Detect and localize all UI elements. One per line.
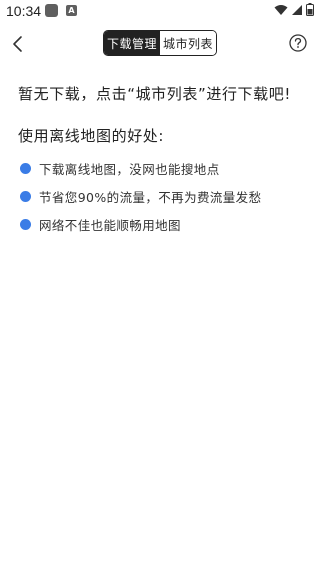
chevron-left-icon — [13, 36, 22, 52]
bullet-dot-icon — [20, 218, 31, 230]
font-a-icon: A — [66, 5, 77, 16]
help-button[interactable] — [288, 33, 308, 53]
benefit-text: 下载离线地图，没网也能搜地点 — [39, 161, 220, 177]
question-circle-icon — [289, 34, 307, 52]
toolbar: 下载管理 城市列表 — [0, 24, 320, 64]
list-item: 网络不佳也能顺畅用地图 — [20, 210, 261, 238]
list-item: 节省您90%的流量，不再为费流量发愁 — [20, 182, 261, 210]
square-app-icon — [45, 4, 58, 17]
empty-download-message: 暂无下载，点击“城市列表”进行下载吧! — [18, 85, 291, 103]
benefit-list: 下载离线地图，没网也能搜地点 节省您90%的流量，不再为费流量发愁 网络不佳也能… — [20, 154, 261, 238]
back-button[interactable] — [4, 30, 32, 58]
status-bar: 10:34 A — [0, 0, 320, 24]
benefits-title: 使用离线地图的好处: — [18, 127, 165, 145]
tab-city-list[interactable]: 城市列表 — [160, 31, 216, 55]
battery-icon — [306, 3, 314, 16]
bullet-dot-icon — [20, 162, 31, 174]
signal-icon — [292, 4, 302, 15]
benefit-text: 网络不佳也能顺畅用地图 — [39, 217, 181, 233]
tab-download-management[interactable]: 下载管理 — [104, 31, 160, 55]
wifi-icon — [274, 4, 288, 15]
system-status-icons — [274, 3, 314, 16]
benefit-text: 节省您90%的流量，不再为费流量发愁 — [39, 189, 262, 205]
bullet-dot-icon — [20, 190, 31, 202]
list-item: 下载离线地图，没网也能搜地点 — [20, 154, 261, 182]
status-time: 10:34 — [6, 3, 42, 19]
tab-group: 下载管理 城市列表 — [103, 30, 217, 56]
